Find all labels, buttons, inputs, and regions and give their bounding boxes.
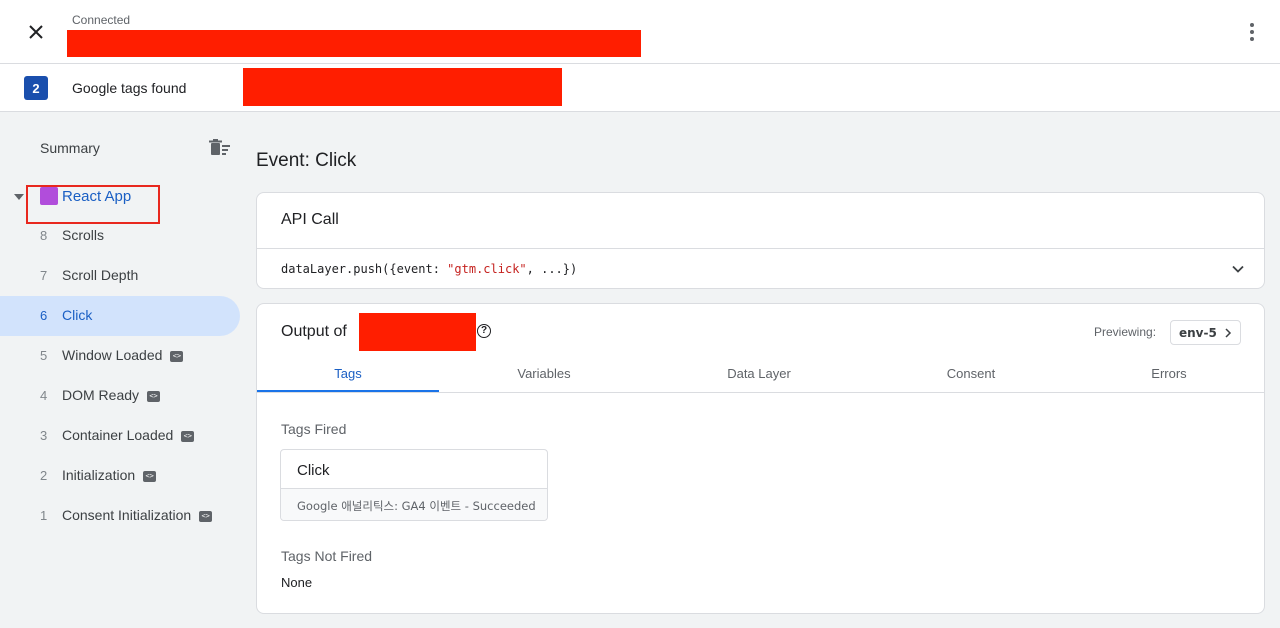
event-number: 1	[40, 508, 48, 523]
tags-fired-label: Tags Fired	[281, 421, 347, 437]
code-icon: <>	[181, 430, 195, 442]
expand-caret-icon[interactable]	[14, 194, 24, 200]
event-number: 7	[40, 268, 48, 283]
previewing-label: Previewing:	[1094, 325, 1157, 339]
event-label: Scroll Depth	[62, 267, 139, 283]
code-icon: <>	[199, 510, 213, 522]
output-card: Output of ? Previewing: env-5 Tags Varia…	[256, 303, 1265, 614]
fired-tag-name: Click	[297, 462, 330, 479]
chevron-right-icon	[1225, 328, 1232, 338]
redacted-tag-ids	[243, 68, 562, 106]
event-number: 4	[40, 388, 48, 403]
tab-consent[interactable]: Consent	[869, 356, 1073, 392]
help-icon[interactable]: ?	[477, 324, 491, 338]
event-label: Container Loaded <>	[62, 427, 195, 443]
code-icon: <>	[143, 470, 157, 482]
code-icon: <>	[147, 390, 161, 402]
event-label: Click	[62, 307, 93, 323]
summary-link[interactable]: Summary	[40, 140, 100, 156]
api-call-title: API Call	[281, 211, 339, 228]
event-label: Initialization <>	[62, 467, 157, 483]
event-label: DOM Ready <>	[62, 387, 161, 403]
event-item-initialization[interactable]: 2 Initialization <>	[0, 456, 240, 496]
event-number: 3	[40, 428, 48, 443]
event-item-window-loaded[interactable]: 5 Window Loaded <>	[0, 336, 240, 376]
redacted-container-id	[359, 313, 476, 351]
tab-errors[interactable]: Errors	[1073, 356, 1265, 392]
event-number: 5	[40, 348, 48, 363]
tab-tags[interactable]: Tags	[257, 356, 439, 392]
chevron-down-icon[interactable]	[1230, 261, 1246, 277]
fired-tag-card[interactable]: Click Google 애널리틱스: GA4 이벤트 - Succeeded	[280, 449, 548, 521]
event-item-click[interactable]: 6 Click	[0, 296, 240, 336]
tags-found-bar: 2 Google tags found	[0, 64, 1280, 112]
close-icon	[29, 25, 43, 39]
event-item-scroll-depth[interactable]: 7 Scroll Depth	[0, 256, 240, 296]
more-vert-icon	[1250, 23, 1254, 27]
not-fired-value: None	[281, 575, 313, 590]
tabs-divider	[257, 392, 1264, 393]
output-title: Output of	[281, 323, 347, 340]
tag-count-badge: 2	[24, 76, 48, 100]
event-item-container-loaded[interactable]: 3 Container Loaded <>	[0, 416, 240, 456]
event-label: Consent Initialization <>	[62, 507, 213, 523]
event-label: Window Loaded <>	[62, 347, 184, 363]
tab-data-layer[interactable]: Data Layer	[649, 356, 869, 392]
api-call-code: dataLayer.push({event: "gtm.click", ...}…	[281, 262, 578, 276]
event-item-consent-initialization[interactable]: 1 Consent Initialization <>	[0, 496, 240, 536]
tags-not-fired-label: Tags Not Fired	[281, 548, 373, 564]
event-number: 8	[40, 228, 48, 243]
more-options-button[interactable]	[1246, 20, 1258, 44]
close-button[interactable]	[24, 20, 48, 44]
event-item-dom-ready[interactable]: 4 DOM Ready <>	[0, 376, 240, 416]
event-label: Scrolls	[62, 227, 105, 243]
event-number: 2	[40, 468, 48, 483]
redacted-url	[67, 30, 641, 57]
code-icon: <>	[170, 350, 184, 362]
api-call-card: API Call dataLayer.push({event: "gtm.cli…	[256, 192, 1265, 289]
tags-found-label: Google tags found	[72, 80, 187, 96]
divider	[257, 248, 1264, 249]
selection-highlight-box	[26, 185, 160, 224]
tab-variables[interactable]: Variables	[439, 356, 649, 392]
delete-sweep-icon[interactable]	[208, 139, 232, 159]
fired-tag-detail: Google 애널리틱스: GA4 이벤트 - Succeeded	[297, 499, 536, 513]
top-bar: Connected	[0, 0, 1280, 64]
fired-tag-footer: Google 애널리틱스: GA4 이벤트 - Succeeded	[281, 488, 547, 520]
connection-status: Connected	[72, 13, 131, 27]
event-number: 6	[40, 308, 48, 323]
page-title: Event: Click	[256, 150, 357, 171]
environment-button[interactable]: env-5	[1170, 320, 1241, 345]
